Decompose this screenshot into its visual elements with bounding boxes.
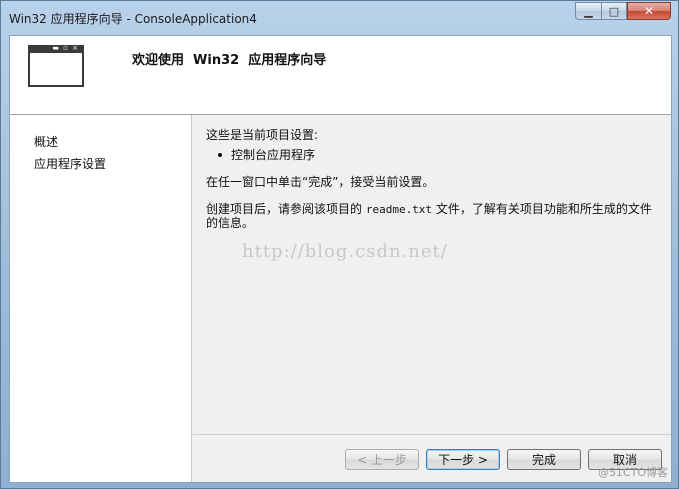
- sidebar-item-application-settings[interactable]: 应用程序设置: [34, 155, 106, 172]
- readme-line-1: 创建项目后，请参阅该项目的 readme.txt 文件，了解有关项目功能和所生成…: [206, 200, 652, 217]
- blog-watermark: http://blog.csdn.net/: [242, 241, 448, 262]
- window-icon-controls: ▬ ▫ ×: [52, 44, 79, 52]
- bullet-dot-icon: [218, 153, 222, 157]
- title-bar[interactable]: Win32 应用程序向导 - ConsoleApplication4 ▁ □ ✕: [1, 1, 678, 35]
- maximize-button[interactable]: □: [601, 2, 627, 20]
- window-controls: ▁ □ ✕: [575, 2, 671, 20]
- window-title: Win32 应用程序向导 - ConsoleApplication4: [9, 12, 257, 26]
- minimize-button[interactable]: ▁: [575, 2, 601, 20]
- finish-button[interactable]: 完成: [507, 449, 581, 470]
- readme-filename: readme.txt: [365, 203, 433, 216]
- readme-text-b: 文件，了解有关项目功能和所生成的文件: [432, 202, 652, 216]
- page-title: 欢迎使用 Win32 应用程序向导: [132, 53, 327, 68]
- corner-watermark: @51CTO博客: [597, 466, 668, 479]
- maximize-icon: □: [608, 4, 620, 18]
- finish-hint: 在任一窗口中单击“完成”，接受当前设置。: [206, 175, 435, 189]
- close-icon: ✕: [643, 4, 655, 18]
- back-button[interactable]: < 上一步: [345, 449, 419, 470]
- wizard-sidebar: 概述 应用程序设置: [10, 115, 192, 482]
- wizard-content: 这些是当前项目设置: 控制台应用程序 在任一窗口中单击“完成”，接受当前设置。 …: [192, 115, 671, 435]
- window-icon: ▬ ▫ ×: [28, 44, 84, 87]
- wizard-client-area: ▬ ▫ × 欢迎使用 Win32 应用程序向导 概述 应用程序设置 这些是当前项…: [9, 35, 672, 483]
- wizard-header: ▬ ▫ × 欢迎使用 Win32 应用程序向导: [10, 36, 671, 115]
- setting-item: 控制台应用程序: [231, 148, 316, 162]
- wizard-window: Win32 应用程序向导 - ConsoleApplication4 ▁ □ ✕…: [0, 0, 679, 489]
- next-button[interactable]: 下一步 >: [426, 449, 500, 470]
- close-button[interactable]: ✕: [627, 2, 671, 20]
- readme-line-2: 的信息。: [206, 216, 255, 230]
- sidebar-item-overview[interactable]: 概述: [34, 133, 58, 150]
- minimize-icon: ▁: [584, 4, 593, 18]
- settings-heading: 这些是当前项目设置:: [206, 128, 319, 142]
- footer-divider: [193, 434, 671, 435]
